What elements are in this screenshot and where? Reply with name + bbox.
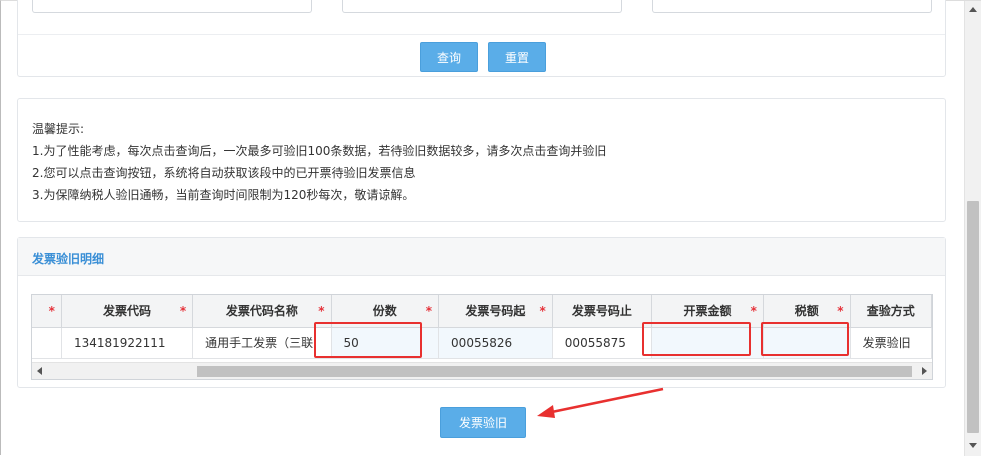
required-mark: *: [837, 304, 844, 318]
column-header-invoice-code-name: 发票代码名称 *: [192, 295, 332, 328]
column-header-lead: *: [32, 295, 62, 328]
search-field-1[interactable]: [32, 0, 312, 13]
search-field-2[interactable]: [342, 0, 622, 13]
divider: [18, 34, 945, 35]
tip-line-3: 3.为保障纳税人验旧通畅，当前查询时间限制为120秒每次，敬请谅解。: [32, 188, 415, 202]
row-lead-cell: [32, 327, 62, 359]
column-header-check-method: 查验方式: [850, 295, 932, 328]
cell-invoice-code: 134181922111: [61, 327, 194, 359]
cell-number-start[interactable]: 00055826: [438, 327, 553, 359]
detail-table: * 发票代码 * 发票代码名称 * 份数 * 发票号码起 * 发票号码止 开票金额 * 税…: [32, 295, 932, 359]
table-row: 134181922111 通用手工发票（三联 50 00055826 00055…: [32, 327, 932, 359]
invoice-verify-button[interactable]: 发票验旧: [440, 407, 526, 438]
detail-panel: 发票验旧明细 * 发票代码 * 发票代码名称 * 份数 * 发票号码起 * 发票号码止 …: [17, 237, 946, 388]
column-label: 发票代码: [103, 304, 152, 319]
column-header-number-start: 发票号码起 *: [438, 295, 553, 328]
vertical-scrollbar[interactable]: [964, 1, 981, 456]
cell-check-method: 发票验旧: [850, 327, 932, 359]
detail-title: 发票验旧明细: [18, 238, 945, 276]
scrollbar-thumb[interactable]: [197, 366, 912, 377]
annotation-arrow-icon: [537, 387, 664, 418]
cell-count-input[interactable]: 50: [331, 327, 440, 359]
column-label: 税额: [794, 304, 819, 319]
column-header-count: 份数 *: [331, 295, 440, 328]
column-header-tax: 税额 *: [763, 295, 851, 328]
reset-button[interactable]: 重置: [488, 42, 546, 72]
column-label: 发票号码起: [465, 304, 526, 319]
tip-line-1: 1.为了性能考虑，每次点击查询后，一次最多可验旧100条数据，若待验旧数据较多，…: [32, 144, 607, 158]
scroll-right-icon[interactable]: [922, 367, 927, 375]
scroll-down-icon[interactable]: [969, 443, 977, 448]
page-frame: 查询 重置 温馨提示: 1.为了性能考虑，每次点击查询后，一次最多可验旧100条…: [0, 0, 981, 456]
required-mark: *: [539, 304, 546, 318]
required-mark: *: [425, 304, 433, 318]
search-field-3[interactable]: [652, 0, 932, 13]
query-button[interactable]: 查询: [420, 42, 478, 72]
detail-grid: * 发票代码 * 发票代码名称 * 份数 * 发票号码起 * 发票号码止 开票金额 * 税…: [31, 294, 933, 380]
required-mark: *: [750, 304, 757, 318]
search-panel: 查询 重置: [17, 0, 946, 77]
tips-title: 温馨提示:: [32, 122, 85, 136]
column-header-number-end: 发票号码止: [552, 295, 653, 328]
scroll-left-icon[interactable]: [37, 367, 42, 375]
required-mark: *: [179, 304, 187, 318]
tips-panel: 温馨提示: 1.为了性能考虑，每次点击查询后，一次最多可验旧100条数据，若待验…: [17, 98, 946, 222]
cell-number-end: 00055875: [552, 327, 653, 359]
table-header-row: * 发票代码 * 发票代码名称 * 份数 * 发票号码起 * 发票号码止 开票金额 * 税…: [32, 295, 932, 328]
column-header-amount: 开票金额 *: [651, 295, 764, 328]
tip-line-2: 2.您可以点击查询按钮，系统将自动获取该段中的已开票待验旧发票信息: [32, 166, 416, 180]
cell-invoice-code-name: 通用手工发票（三联: [192, 327, 332, 359]
scroll-up-icon[interactable]: [969, 7, 977, 12]
cell-tax-input[interactable]: [763, 327, 851, 359]
required-mark: *: [48, 304, 55, 318]
cell-amount-input[interactable]: [651, 327, 764, 359]
required-mark: *: [318, 304, 325, 318]
column-label: 份数: [372, 304, 397, 319]
column-label: 发票代码名称: [225, 304, 298, 319]
column-label: 开票金额: [683, 304, 732, 319]
column-label: 发票号码止: [571, 304, 632, 319]
vertical-scrollbar-thumb[interactable]: [967, 201, 979, 433]
column-label: 查验方式: [866, 304, 915, 319]
column-header-invoice-code: 发票代码 *: [61, 295, 194, 328]
horizontal-scrollbar[interactable]: [32, 362, 932, 379]
